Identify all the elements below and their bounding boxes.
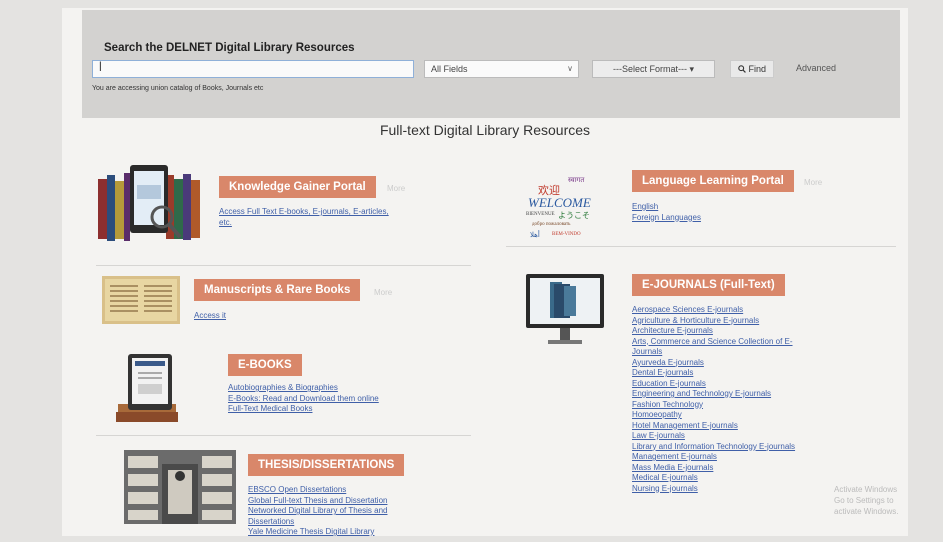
banner-text: स्वागत [568, 176, 585, 184]
ejournals-button[interactable]: E-JOURNALS (Full-Text) [632, 274, 785, 296]
ebooks-button[interactable]: E-BOOKS [228, 354, 302, 376]
thesis-link[interactable]: EBSCO Open Dissertations [248, 485, 418, 496]
ejournal-link[interactable]: Library and Information Technology E-jou… [632, 442, 827, 453]
search-icon [738, 65, 746, 73]
divider [506, 246, 896, 247]
search-panel: Search the DELNET Digital Library Resour… [82, 10, 900, 118]
section-heading: Full-text Digital Library Resources [379, 122, 591, 138]
manuscript-image [102, 276, 180, 324]
chevron-down-icon: ∨ [567, 64, 573, 73]
language-link[interactable]: Foreign Languages [632, 213, 701, 224]
ejournal-link[interactable]: Arts, Commerce and Science Collection of… [632, 337, 827, 348]
library-shelves-image [124, 450, 236, 524]
ejournals-links: Aerospace Sciences E-journals Agricultur… [632, 305, 827, 494]
ebook-link[interactable]: Autobiographies & Biographies [228, 383, 379, 394]
manuscripts-rare-books-button[interactable]: Manuscripts & Rare Books [194, 279, 361, 301]
fields-select-value: All Fields [431, 64, 468, 74]
ejournal-link[interactable]: Dental E-journals [632, 368, 827, 379]
ejournal-link[interactable]: Journals [632, 347, 827, 358]
manuscripts-links: Access it [194, 311, 226, 322]
monitor-ejournal-image [526, 274, 604, 344]
thesis-links: EBSCO Open Dissertations Global Full-tex… [248, 485, 418, 536]
search-input[interactable]: | [92, 60, 414, 78]
ejournal-link[interactable]: Agriculture & Horticulture E-journals [632, 316, 827, 327]
banner-text: добро пожаловать [532, 222, 571, 227]
manuscripts-link[interactable]: Access it [194, 311, 226, 322]
ebook-link[interactable]: Full-Text Medical Books [228, 404, 379, 415]
thesis-link[interactable]: Global Full-text Thesis and Dissertation [248, 496, 418, 507]
ejournal-link[interactable]: Fashion Technology [632, 400, 827, 411]
watermark-line: Activate Windows [834, 485, 898, 494]
banner-text: BIENVENUE [526, 212, 555, 217]
ghost-text: More [387, 184, 406, 193]
ejournal-link[interactable]: Education E-journals [632, 379, 827, 390]
banner-text: WELCOME [528, 195, 591, 210]
ejournal-link[interactable]: Architecture E-journals [632, 326, 827, 337]
search-title: Search the DELNET Digital Library Resour… [104, 42, 355, 54]
ejournal-link[interactable]: Aerospace Sciences E-journals [632, 305, 827, 316]
banner-text: BEM-VINDO [552, 232, 581, 237]
thesis-link[interactable]: Networked Digital Library of Thesis and [248, 506, 418, 517]
thesis-link[interactable]: Yale Medicine Thesis Digital Library [248, 527, 418, 536]
ebook-link[interactable]: E-Books: Read and Download them online [228, 394, 379, 405]
ejournal-link[interactable]: Mass Media E-journals [632, 463, 827, 474]
ejournal-link[interactable]: Ayurveda E-journals [632, 358, 827, 369]
knowledge-links: Access Full Text E-books, E-journals, E-… [219, 207, 434, 228]
language-learning-portal-button[interactable]: Language Learning Portal [632, 170, 794, 192]
knowledge-link[interactable]: Access Full Text E-books, E-journals, E-… [219, 207, 434, 218]
banner-text: ようこそ [558, 211, 590, 220]
ebook-reader-image [116, 354, 178, 422]
format-select[interactable]: ---Select Format--- ▾ [592, 60, 715, 78]
ejournal-link[interactable]: Law E-journals [632, 431, 827, 442]
ebooks-links: Autobiographies & Biographies E-Books: R… [228, 383, 379, 415]
welcome-banner-image: 欢迎 स्वागत WELCOME BIENVENUE ようこそ добро п… [522, 170, 610, 242]
books-tablet-image [98, 165, 200, 241]
ejournal-link[interactable]: Nursing E-journals [632, 484, 827, 495]
language-link[interactable]: English [632, 202, 701, 213]
catalog-notice: You are accessing union catalog of Books… [92, 85, 264, 92]
advanced-search-link[interactable]: Advanced [796, 63, 836, 73]
knowledge-link[interactable]: etc. [219, 218, 434, 229]
activate-windows-watermark: Activate Windows Go to Settings to activ… [834, 484, 908, 517]
banner-text: أهلا [530, 231, 540, 239]
divider [96, 435, 471, 436]
ejournal-link[interactable]: Engineering and Technology E-journals [632, 389, 827, 400]
ejournal-link[interactable]: Homoeopathy [632, 410, 827, 421]
ejournal-link[interactable]: Medical E-journals [632, 473, 827, 484]
watermark-line: Go to Settings to activate Windows. [834, 496, 899, 516]
page: Search the DELNET Digital Library Resour… [62, 8, 908, 536]
divider [96, 265, 471, 266]
find-label: Find [748, 64, 767, 74]
fields-select[interactable]: All Fields ∨ [424, 60, 579, 78]
ejournal-link[interactable]: Management E-journals [632, 452, 827, 463]
find-button[interactable]: Find [730, 60, 774, 78]
thesis-dissertations-button[interactable]: THESIS/DISSERTATIONS [248, 454, 405, 476]
knowledge-gainer-portal-button[interactable]: Knowledge Gainer Portal [219, 176, 376, 198]
ejournal-link[interactable]: Hotel Management E-journals [632, 421, 827, 432]
ghost-text: More [804, 178, 823, 187]
thesis-link[interactable]: Dissertations [248, 517, 418, 528]
ghost-text: More [374, 288, 393, 297]
language-links: English Foreign Languages [632, 202, 701, 223]
